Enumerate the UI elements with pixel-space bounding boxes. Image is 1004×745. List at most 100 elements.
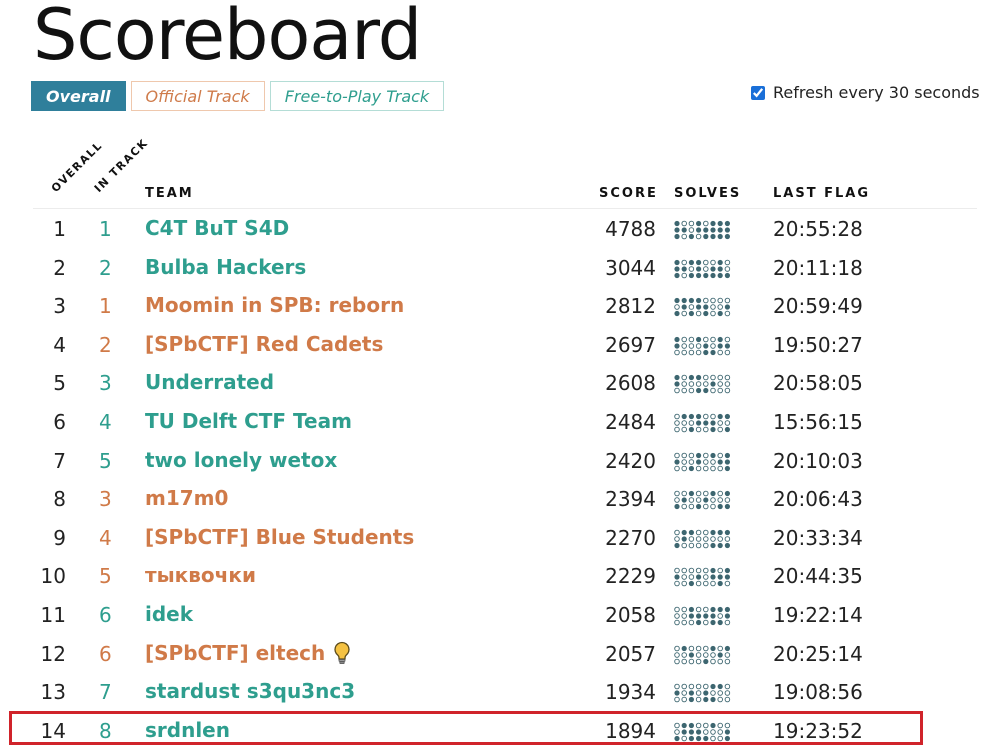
team-link[interactable]: [SPbCTF] eltech [145, 641, 351, 665]
last-flag-time: 20:10:03 [773, 448, 863, 473]
team-link[interactable]: Bulba Hackers [145, 255, 306, 279]
team-score: 2420 [605, 448, 656, 473]
team-link[interactable]: Underrated [145, 370, 274, 394]
header-divider [33, 208, 977, 209]
last-flag-time: 20:44:35 [773, 564, 863, 589]
last-flag-time: 19:08:56 [773, 680, 863, 705]
overall-rank: 1 [53, 217, 66, 241]
tab-overall[interactable]: Overall [31, 81, 126, 111]
table-row: 9 4 [SPbCTF] Blue Students 2270 20:33:34 [0, 519, 1004, 558]
team-score: 2057 [605, 641, 656, 666]
table-row: 6 4 TU Delft CTF Team 2484 15:56:15 [0, 403, 1004, 442]
column-header-team: TEAM [145, 186, 194, 201]
team-link[interactable]: idek [145, 602, 193, 626]
solves-dot-matrix [674, 529, 731, 548]
overall-rank: 5 [53, 371, 66, 396]
overall-rank: 2 [53, 255, 66, 280]
track-rank: 5 [99, 564, 112, 589]
highlighted-row-outline [9, 711, 923, 745]
last-flag-time: 19:22:14 [773, 602, 863, 627]
track-rank: 6 [99, 641, 112, 666]
solves-dot-matrix [674, 645, 731, 664]
team-link[interactable]: stardust s3qu3nc3 [145, 679, 355, 703]
track-rank: 7 [99, 680, 112, 705]
table-row: 1 1 C4T BuT S4D 4788 20:55:28 [0, 210, 1004, 249]
track-rank: 2 [99, 255, 112, 280]
table-row: 11 6 idek 2058 19:22:14 [0, 596, 1004, 635]
overall-rank: 3 [53, 294, 66, 319]
table-row: 10 5 тыквочки 2229 20:44:35 [0, 557, 1004, 596]
team-link[interactable]: TU Delft CTF Team [145, 409, 352, 433]
team-score: 4788 [605, 217, 656, 241]
column-header-last-flag: LAST FLAG [773, 186, 870, 201]
table-row: 8 3 m17m0 2394 20:06:43 [0, 480, 1004, 519]
team-link[interactable]: Moomin in SPB: reborn [145, 293, 404, 317]
track-rank: 1 [99, 217, 112, 241]
table-row: 4 2 [SPbCTF] Red Cadets 2697 19:50:27 [0, 326, 1004, 365]
column-header-score: SCORE [599, 186, 658, 201]
page-title: Scoreboard [33, 0, 422, 76]
solves-dot-matrix [674, 336, 731, 356]
solves-dot-matrix [674, 452, 730, 471]
team-link[interactable]: тыквочки [145, 563, 256, 587]
overall-rank: 13 [40, 680, 66, 705]
solves-dot-matrix [674, 413, 731, 433]
team-score: 2058 [605, 602, 656, 627]
table-row: 3 1 Moomin in SPB: reborn 2812 20:59:49 [0, 287, 1004, 326]
team-name: stardust s3qu3nc3 [145, 679, 356, 704]
solves-dot-matrix [674, 259, 731, 278]
overall-rank: 11 [40, 602, 66, 627]
solves-dot-matrix [674, 683, 731, 703]
track-tabs: Overall Official Track Free-to-Play Trac… [31, 81, 445, 111]
solves-dot-matrix [674, 375, 731, 394]
tab-official-track[interactable]: Official Track [130, 81, 265, 111]
team-name: [SPbCTF] Blue Students [145, 524, 415, 549]
solves-dot-matrix [674, 297, 731, 317]
team-name: two lonely wetox [145, 447, 338, 472]
team-score: 2484 [605, 409, 656, 434]
team-score: 2270 [605, 525, 656, 550]
team-name: m17m0 [145, 486, 229, 511]
tab-free-to-play-track[interactable]: Free-to-Play Track [269, 81, 445, 111]
team-link[interactable]: [SPbCTF] Red Cadets [145, 332, 383, 356]
team-name: C4T BuT S4D [145, 216, 290, 240]
overall-rank: 4 [53, 332, 66, 357]
last-flag-time: 20:58:05 [773, 371, 863, 396]
table-row: 7 5 two lonely wetox 2420 20:10:03 [0, 442, 1004, 481]
team-name: TU Delft CTF Team [145, 408, 352, 433]
solves-dot-matrix [674, 220, 730, 240]
team-name: Bulba Hackers [145, 254, 307, 279]
team-name: тыквочки [145, 563, 256, 588]
last-flag-time: 20:59:49 [773, 294, 863, 319]
solves-dot-matrix [674, 490, 731, 510]
refresh-toggle[interactable]: Refresh every 30 seconds [751, 83, 980, 102]
team-score: 2229 [605, 564, 656, 589]
team-link[interactable]: m17m0 [145, 486, 228, 510]
track-rank: 3 [99, 487, 112, 512]
track-rank: 6 [99, 602, 112, 627]
last-flag-time: 20:55:28 [773, 217, 863, 241]
team-score: 2608 [605, 371, 656, 396]
track-rank: 1 [99, 294, 112, 319]
track-rank: 4 [99, 409, 112, 434]
table-row: 12 6 [SPbCTF] eltech 2057 20:25:14 [0, 635, 1004, 674]
last-flag-time: 19:50:27 [773, 332, 863, 357]
overall-rank: 12 [40, 641, 66, 666]
refresh-checkbox[interactable] [751, 85, 765, 100]
team-name: [SPbCTF] eltech [145, 640, 326, 665]
column-header-solves: SOLVES [674, 186, 742, 201]
team-link[interactable]: C4T BuT S4D [145, 216, 289, 240]
table-row: 5 3 Underrated 2608 20:58:05 [0, 364, 1004, 403]
team-link[interactable]: [SPbCTF] Blue Students [145, 525, 414, 549]
last-flag-time: 20:11:18 [773, 255, 863, 280]
refresh-label: Refresh every 30 seconds [773, 83, 980, 102]
overall-rank: 8 [53, 487, 66, 512]
solves-dot-matrix [674, 606, 731, 626]
team-name: [SPbCTF] Red Cadets [145, 331, 384, 356]
team-link[interactable]: two lonely wetox [145, 448, 337, 472]
track-rank: 4 [99, 525, 112, 550]
track-rank: 2 [99, 332, 112, 357]
solves-dot-matrix [674, 568, 731, 587]
last-flag-time: 15:56:15 [773, 409, 863, 434]
last-flag-time: 20:06:43 [773, 487, 863, 512]
